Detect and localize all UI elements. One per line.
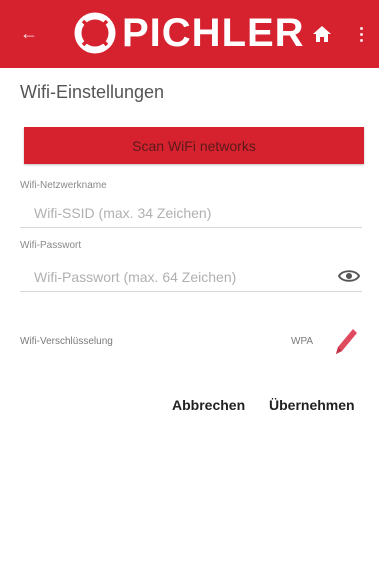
arrow-back-icon[interactable]: ←	[18, 22, 40, 44]
more-vert-icon[interactable]	[356, 22, 366, 46]
apply-button[interactable]: Übernehmen	[269, 397, 355, 413]
brand-name: PICHLER	[122, 11, 305, 55]
cancel-button[interactable]: Abbrechen	[172, 397, 245, 413]
brand-logo: PICHLER	[72, 8, 305, 58]
app-bar: ← PICHLER	[0, 0, 379, 68]
ssid-label: Wifi-Netzwerkname	[20, 180, 107, 191]
password-field	[20, 261, 362, 292]
scan-wifi-button[interactable]: Scan WiFi networks	[24, 127, 364, 164]
lifebuoy-icon	[74, 12, 116, 54]
page-title: Wifi-Einstellungen	[20, 82, 165, 102]
ssid-input[interactable]	[32, 201, 336, 225]
eye-icon[interactable]	[338, 267, 360, 285]
home-icon[interactable]	[310, 22, 334, 46]
encryption-label: Wifi-Verschlüsselung	[20, 336, 113, 347]
encryption-value: WPA	[291, 336, 314, 347]
password-label: Wifi-Passwort	[20, 240, 82, 251]
pencil-icon[interactable]	[333, 326, 359, 356]
password-input[interactable]	[32, 265, 336, 289]
ssid-field	[20, 197, 362, 228]
